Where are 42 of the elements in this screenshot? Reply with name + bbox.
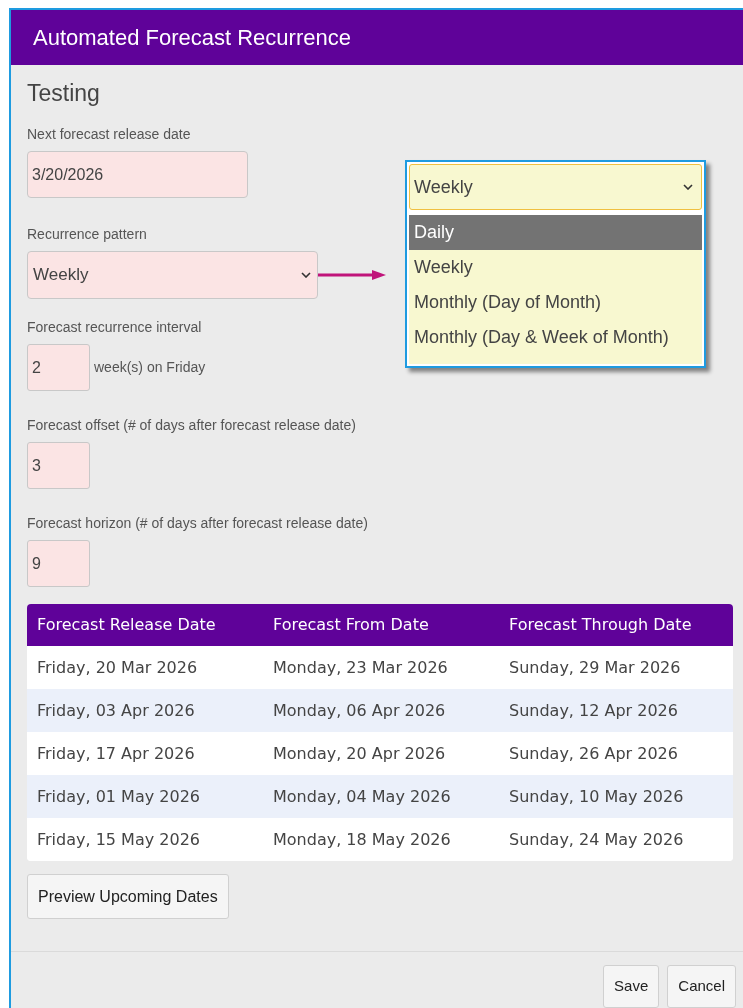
table-cell-text: Monday, 06 Apr 2026 <box>272 699 447 722</box>
table-cell-text: Monday, 18 May 2026 <box>272 828 452 851</box>
table-cell-text: Sunday, 12 Apr 2026 <box>508 699 679 722</box>
table-cell-text: Monday, 04 May 2026 <box>272 785 452 808</box>
column-header: Forecast From Date <box>272 614 430 636</box>
table-cell-text: Friday, 20 Mar 2026 <box>36 656 199 679</box>
arrow-icon <box>318 269 386 281</box>
field-label: Forecast recurrence interval <box>27 318 202 337</box>
input-field[interactable]: 2 <box>27 344 90 391</box>
dialog-title: Automated Forecast Recurrence <box>33 23 351 52</box>
table-cell-text: Monday, 20 Apr 2026 <box>272 742 447 765</box>
date-field[interactable]: 3/20/2026 <box>27 151 248 198</box>
field-label: Forecast offset (# of days after forecast release date) <box>27 416 356 435</box>
table-cell-text: Friday, 03 Apr 2026 <box>36 699 196 722</box>
dropdown-option[interactable]: Weekly <box>409 250 702 285</box>
field-label: Next forecast release date <box>27 125 191 144</box>
interval-suffix: week(s) on Friday <box>94 358 206 377</box>
dropdown-option[interactable]: Monthly (Day of Month) <box>409 285 702 320</box>
chevron-down-icon <box>683 184 693 190</box>
chevron-down-icon <box>301 272 311 278</box>
input-field[interactable]: 3 <box>27 442 90 489</box>
field-label: Recurrence pattern <box>27 225 147 244</box>
table-cell-text: Friday, 17 Apr 2026 <box>36 742 196 765</box>
column-header: Forecast Through Date <box>508 614 693 636</box>
dropdown-option[interactable]: Monthly (Day & Week of Month) <box>409 320 702 355</box>
column-header: Forecast Release Date <box>36 614 217 636</box>
preview-button[interactable]: Preview Upcoming Dates <box>27 874 229 919</box>
input-field[interactable]: 9 <box>27 540 90 587</box>
table-cell-text: Sunday, 29 Mar 2026 <box>508 656 682 679</box>
table-cell-text: Monday, 23 Mar 2026 <box>272 656 449 679</box>
form-heading: Testing <box>27 78 101 108</box>
dialog-button[interactable]: Cancel <box>667 965 736 1008</box>
table-cell-text: Friday, 15 May 2026 <box>36 828 201 851</box>
pattern-dropdown[interactable]: Weekly <box>409 164 702 210</box>
table-cell-text: Sunday, 10 May 2026 <box>508 785 685 808</box>
table-cell-text: Sunday, 26 Apr 2026 <box>508 742 679 765</box>
dialog-button[interactable]: Save <box>603 965 660 1008</box>
table-cell-text: Sunday, 24 May 2026 <box>508 828 685 851</box>
field-label: Forecast horizon (# of days after forecast release date) <box>27 514 368 533</box>
table-cell-text: Friday, 01 May 2026 <box>36 785 201 808</box>
pattern-dropdown[interactable]: Weekly <box>27 251 318 299</box>
dropdown-option[interactable]: Daily <box>409 215 702 250</box>
